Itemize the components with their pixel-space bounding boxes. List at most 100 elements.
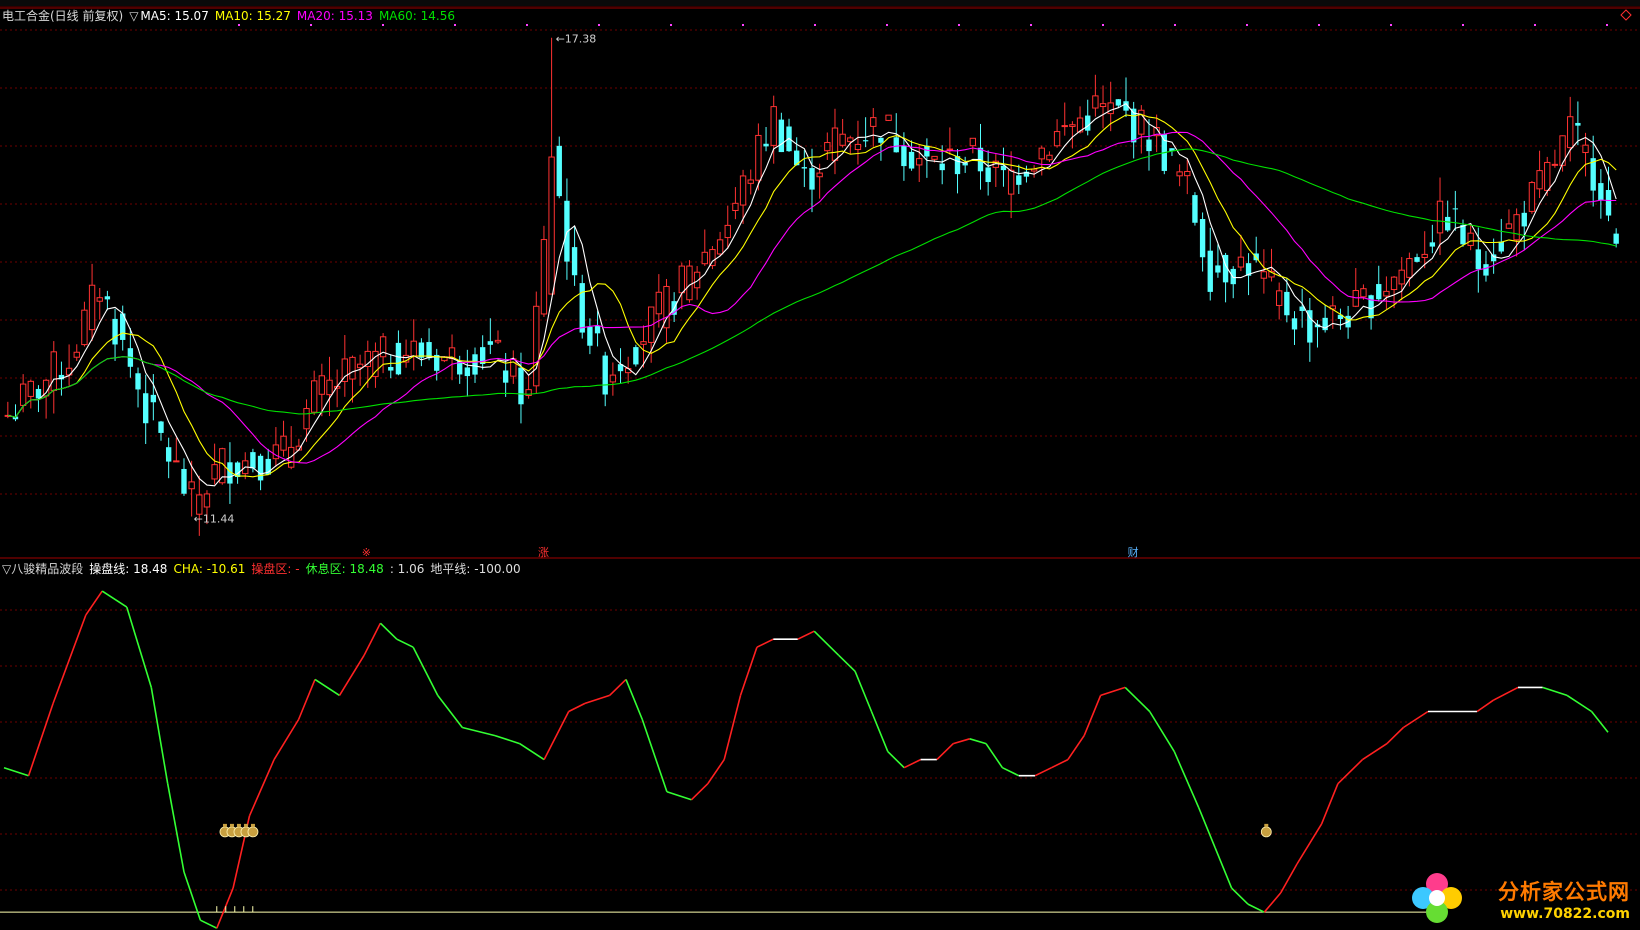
oscillator-segment — [854, 670, 873, 712]
flower-logo-icon — [1412, 873, 1462, 923]
oscillator-segment — [200, 919, 218, 929]
money-bag-icon — [236, 823, 241, 827]
main-chart-legend: 电工合金(日线 前复权) ▽ MA5: 15.07 MA10: 15.27 MA20: … — [2, 9, 461, 23]
candle-body — [1199, 219, 1206, 258]
candle-body — [356, 363, 364, 369]
cha-label: CHA: -10.61 — [173, 562, 246, 576]
candle-body — [188, 481, 195, 490]
oscillator-segment — [150, 687, 169, 784]
candle-body — [1398, 269, 1405, 285]
candle-body — [931, 155, 938, 160]
candle-body — [73, 351, 80, 358]
oscillator-segment — [101, 590, 128, 608]
candle-body — [1498, 241, 1504, 252]
candle-body — [1475, 249, 1481, 270]
oscillator-segment — [1476, 699, 1494, 713]
legend-toggle-icon[interactable]: ▽ — [129, 9, 138, 23]
candle-body — [571, 247, 578, 276]
candle-body — [824, 142, 831, 152]
candle-body — [472, 354, 478, 375]
candle-body — [686, 265, 693, 301]
candle-body — [1582, 144, 1589, 154]
candle-body — [173, 460, 180, 463]
candle-body — [1452, 208, 1459, 210]
candle-body — [1536, 170, 1543, 190]
oscillator-segment — [903, 758, 921, 769]
candle-body — [969, 137, 977, 147]
candle-body — [410, 340, 417, 357]
candle-body — [1613, 233, 1619, 244]
money-bag-icon — [229, 823, 234, 827]
candle-body — [533, 305, 540, 387]
oscillator-segment — [797, 630, 815, 640]
candle-body — [1237, 256, 1245, 268]
oscillator-segment — [1067, 735, 1085, 761]
oscillator-segment — [609, 678, 627, 696]
oscillator-segment — [519, 742, 545, 761]
candle-body — [831, 127, 839, 161]
candle-body — [50, 351, 57, 391]
candle-body — [954, 156, 961, 175]
candle-body — [908, 151, 915, 169]
candle-body — [1061, 125, 1068, 128]
oscillator-segment — [666, 790, 692, 801]
oscillator-segment — [462, 726, 496, 737]
candle-body — [854, 143, 862, 151]
candle-body — [1207, 250, 1213, 292]
candle-body — [518, 367, 524, 405]
candle-body — [143, 393, 149, 424]
oscillator-segment — [953, 738, 970, 745]
oscillator-segment — [1263, 892, 1282, 913]
oscillator-segment — [297, 679, 316, 720]
oscillator-segment — [396, 638, 414, 648]
signal-dot — [814, 24, 816, 26]
oscillator-segment — [756, 638, 774, 648]
candle-body — [916, 158, 923, 166]
oscillator-segment — [985, 743, 1004, 769]
candle-body — [395, 342, 402, 375]
candle-body — [724, 224, 731, 239]
oscillator-segment — [1542, 686, 1568, 697]
candle-body — [1390, 276, 1398, 291]
money-bag-icon — [247, 826, 259, 838]
oscillator-segment — [568, 702, 586, 713]
candle-body — [893, 137, 899, 153]
candle-body — [862, 140, 869, 142]
oscillator-segment — [1493, 686, 1519, 701]
signal-dot — [1102, 24, 1104, 26]
candle-body — [885, 114, 892, 121]
oscillator-segment — [437, 694, 463, 728]
candle-body — [594, 325, 601, 334]
oscillator-segment — [813, 630, 840, 656]
candle-body — [587, 326, 593, 346]
signal-dot — [1318, 24, 1320, 26]
low-price-label: ←11.44 — [194, 513, 235, 526]
candle-body — [816, 172, 823, 178]
chart-canvas[interactable]: ←17.38 ←11.44 ※ 涨 财 — [0, 0, 1640, 930]
candle-body — [640, 341, 647, 345]
oscillator-segment — [314, 678, 340, 697]
candle-body — [211, 464, 218, 480]
candle-body — [1368, 295, 1374, 319]
oscillator-segment — [584, 694, 610, 705]
candle-body — [494, 339, 502, 343]
oscillator-segment — [641, 719, 668, 792]
oscillator-segment — [936, 743, 954, 761]
signal-dot — [526, 24, 528, 26]
candle-body — [1436, 200, 1444, 234]
candle-body — [1146, 139, 1152, 152]
oscillator-segment — [85, 590, 103, 616]
candle-body — [1046, 154, 1053, 161]
oscillator-segment — [1149, 711, 1175, 753]
candle-body — [1414, 257, 1420, 262]
candle-body — [1085, 115, 1091, 131]
oscillator-segment — [412, 646, 439, 696]
indicator-title[interactable]: ▽八骏精品波段 — [2, 562, 83, 576]
candle-body — [158, 421, 164, 433]
candle-body — [1505, 223, 1513, 229]
candle-body — [556, 145, 562, 197]
oscillator-segment — [969, 738, 987, 745]
candle-body — [1444, 216, 1451, 231]
candle-body — [1460, 224, 1466, 245]
signal-dot — [1534, 24, 1536, 26]
